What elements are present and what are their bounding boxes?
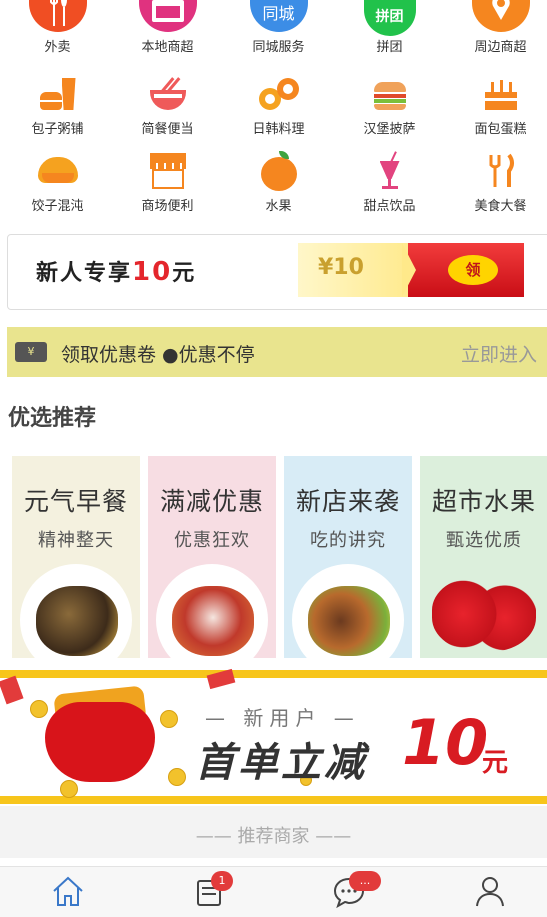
- cake-icon: [481, 74, 521, 114]
- category-feast[interactable]: 美食大餐: [446, 151, 547, 214]
- category-dessert-drink[interactable]: 甜点饮品: [335, 151, 444, 214]
- dumpling-icon: [37, 151, 78, 191]
- ticket-icon: ¥: [15, 342, 47, 362]
- supermarket-icon: [138, 0, 197, 32]
- category-group-buy[interactable]: 拼团 拼团: [335, 0, 444, 55]
- category-fruit[interactable]: 水果: [224, 151, 333, 214]
- card-new-store[interactable]: 新店来袭 吃的讲究: [284, 456, 412, 658]
- category-label: 商场便利: [141, 199, 194, 214]
- category-burger-pizza[interactable]: 汉堡披萨: [335, 74, 444, 137]
- category-label: 水果: [265, 199, 292, 214]
- category-japanese-korean[interactable]: 日韩料理: [224, 74, 333, 137]
- category-nearby-supermarket[interactable]: 周边商超: [446, 0, 547, 55]
- burger-icon: [370, 74, 410, 114]
- category-label: 面包蛋糕: [474, 122, 527, 137]
- category-bun[interactable]: 包子粥铺: [3, 74, 112, 137]
- category-label: 周边商超: [474, 40, 527, 55]
- banner-prefix: 新人专享: [36, 261, 133, 286]
- category-label: 外卖: [44, 40, 71, 55]
- banner-text: 新人专享10元: [36, 255, 196, 287]
- drink-icon: [370, 151, 410, 191]
- group-buy-icon: 拼团: [363, 0, 416, 36]
- recommend-title: —— 推荐商家 ——: [195, 826, 352, 847]
- card-title: 超市水果: [431, 487, 536, 516]
- card-title: 新店来袭: [295, 487, 400, 516]
- fruit-icon: [259, 151, 299, 191]
- card-subtitle: 精神整天: [38, 530, 114, 551]
- coupon-bar-text: 领取优惠卷 ●优惠不停: [61, 344, 255, 366]
- coupon-graphic: ¥10 领: [298, 243, 524, 297]
- card-subtitle: 吃的讲究: [310, 530, 386, 551]
- bottom-tab-bar: 1 ...: [0, 866, 547, 917]
- recommend-merchants-header: —— 推荐商家 ——: [0, 806, 547, 858]
- bun-icon: [38, 74, 78, 114]
- section-title: 优选推荐: [8, 406, 97, 431]
- card-title: 元气早餐: [23, 487, 128, 516]
- coupon-bar[interactable]: ¥ 领取优惠卷 ●优惠不停 立即进入: [7, 327, 547, 377]
- banner-amount: 10: [132, 257, 173, 287]
- tab-orders[interactable]: 1: [191, 871, 233, 909]
- card-fruit-market[interactable]: 超市水果 甄选优质: [420, 456, 547, 658]
- category-bread-cake[interactable]: 面包蛋糕: [446, 74, 547, 137]
- user-icon: [476, 877, 504, 907]
- category-label: 包子粥铺: [31, 122, 84, 137]
- category-mall-convenience[interactable]: 商场便利: [113, 151, 222, 214]
- strawberry-image: [432, 576, 536, 652]
- store-icon: [148, 151, 188, 191]
- card-subtitle: 甄选优质: [446, 530, 522, 551]
- card-discount[interactable]: 满减优惠 优惠狂欢: [148, 456, 276, 658]
- promo-amount: 10: [402, 706, 489, 779]
- food-image: [308, 586, 390, 656]
- category-label: 汉堡披萨: [363, 122, 416, 137]
- category-dumpling[interactable]: 饺子混沌: [3, 151, 112, 214]
- tab-home[interactable]: [50, 873, 86, 909]
- card-subtitle: 优惠狂欢: [174, 530, 250, 551]
- banner-unit: 元: [172, 261, 197, 286]
- messages-badge: ...: [349, 871, 381, 891]
- category-takeout[interactable]: 外卖: [3, 0, 112, 55]
- category-label: 本地商超: [141, 40, 194, 55]
- category-label: 简餐便当: [141, 122, 194, 137]
- food-image: [36, 586, 118, 656]
- category-label: 甜点饮品: [363, 199, 416, 214]
- location-icon: [471, 0, 530, 32]
- category-label: 拼团: [376, 40, 403, 55]
- city-service-icon: 同城: [249, 0, 308, 32]
- promo-title: 首单立减: [195, 740, 367, 786]
- card-breakfast[interactable]: 元气早餐 精神整天: [12, 456, 140, 658]
- category-label: 美食大餐: [474, 199, 527, 214]
- sushi-icon: [258, 74, 299, 114]
- card-title: 满减优惠: [159, 487, 264, 516]
- enter-now-link[interactable]: 立即进入: [461, 340, 537, 367]
- category-city-service[interactable]: 同城 同城服务: [224, 0, 333, 55]
- bowl-icon: [148, 74, 188, 114]
- home-icon: [53, 876, 83, 906]
- orders-badge: 1: [211, 871, 233, 891]
- cutlery-icon: [481, 151, 521, 191]
- claim-coupon-button[interactable]: 领: [448, 255, 498, 285]
- coupon-value: ¥10: [318, 255, 364, 280]
- tab-profile[interactable]: [472, 873, 508, 909]
- tab-messages[interactable]: ...: [331, 871, 381, 909]
- food-image: [172, 586, 254, 656]
- category-label: 同城服务: [252, 40, 305, 55]
- category-local-supermarket[interactable]: 本地商超: [113, 0, 222, 55]
- promo-unit: 元: [482, 748, 509, 778]
- takeout-icon: [28, 0, 87, 32]
- category-label: 饺子混沌: [31, 199, 84, 214]
- category-label: 日韩料理: [252, 122, 305, 137]
- first-order-promo-banner[interactable]: — 新用户 — 首单立减 10 元: [0, 668, 547, 804]
- red-envelope-icon: [45, 702, 155, 782]
- new-user-banner[interactable]: 新人专享10元 ¥10 领: [7, 234, 547, 310]
- promo-subtitle: — 新用户 —: [205, 706, 360, 730]
- category-bento[interactable]: 简餐便当: [113, 74, 222, 137]
